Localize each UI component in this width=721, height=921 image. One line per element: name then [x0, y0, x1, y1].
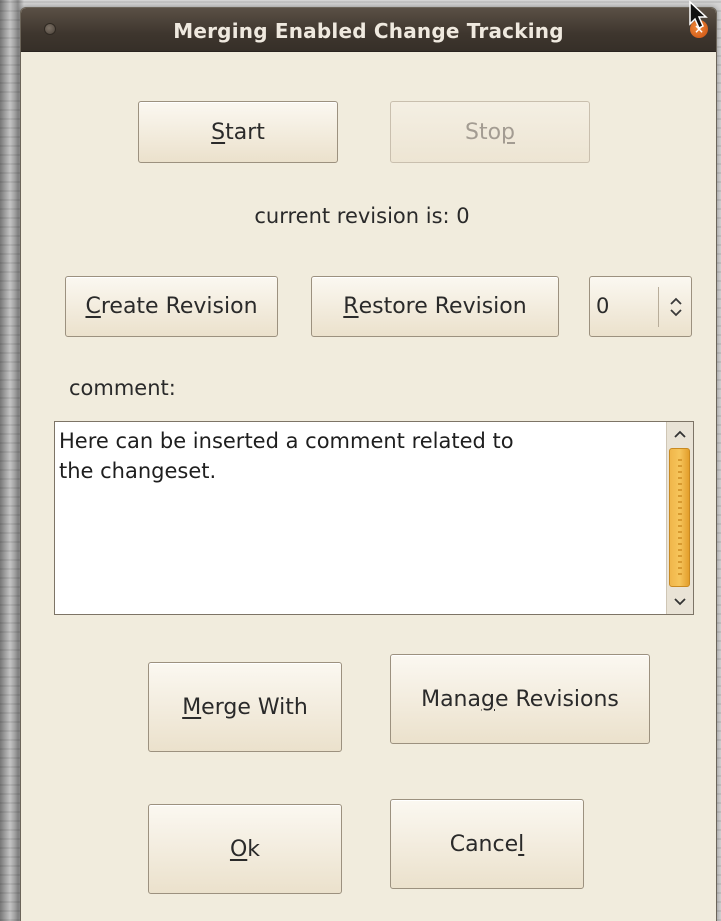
- restore-revision-label-post: estore Revision: [358, 294, 527, 319]
- manage-revisions-label-post: e Revisions: [494, 686, 619, 712]
- create-revision-mnemonic: C: [85, 294, 101, 319]
- comment-textarea[interactable]: Here can be inserted a comment related t…: [54, 421, 694, 615]
- merge-with-label-post: erge With: [201, 694, 308, 720]
- cancel-mnemonic: l: [518, 831, 525, 857]
- manage-revisions-mnemonic: g: [480, 686, 495, 712]
- create-revision-button[interactable]: Create Revision: [65, 276, 278, 337]
- stop-label-pre: Sto: [464, 119, 502, 145]
- dialog-window: Merging Enabled Change Tracking × Start …: [20, 7, 717, 921]
- mouse-pointer-icon: [689, 0, 708, 30]
- create-revision-label-post: reate Revision: [100, 294, 258, 319]
- cancel-label-pre: Cance: [449, 831, 519, 857]
- merge-with-button[interactable]: Merge With: [148, 662, 342, 752]
- restore-revision-button[interactable]: Restore Revision: [311, 276, 559, 337]
- revision-spin-button[interactable]: 0: [589, 276, 692, 337]
- comment-label: comment:: [69, 376, 176, 400]
- ok-button[interactable]: Ok: [148, 804, 342, 894]
- cancel-button[interactable]: Cance l: [390, 799, 584, 889]
- revision-spin-value[interactable]: 0: [596, 277, 609, 336]
- restore-revision-mnemonic: R: [343, 294, 359, 319]
- scroll-up-icon[interactable]: [667, 422, 693, 446]
- merge-with-mnemonic: M: [182, 694, 202, 720]
- stop-button[interactable]: Sto p: [390, 101, 590, 163]
- comment-scrollbar[interactable]: [666, 422, 693, 614]
- title-bar[interactable]: Merging Enabled Change Tracking ×: [21, 8, 716, 52]
- current-revision-status: current revision is: 0: [254, 204, 470, 228]
- stop-mnemonic: p: [501, 119, 516, 145]
- start-mnemonic: S: [211, 119, 226, 145]
- spin-divider: [658, 287, 659, 327]
- start-label-post: tart: [225, 119, 265, 145]
- scroll-down-icon[interactable]: [667, 590, 693, 614]
- ok-label-post: k: [247, 836, 261, 862]
- ok-mnemonic: O: [229, 836, 248, 862]
- scroll-thumb-grip: [678, 459, 682, 576]
- manage-revisions-button[interactable]: Mana g e Revisions: [390, 654, 650, 744]
- comment-text[interactable]: Here can be inserted a comment related t…: [59, 426, 659, 486]
- window-title: Merging Enabled Change Tracking: [173, 19, 564, 43]
- start-button[interactable]: Start: [138, 101, 338, 163]
- manage-revisions-label-pre: Mana: [421, 686, 481, 712]
- scroll-thumb[interactable]: [669, 448, 690, 587]
- spin-arrows-icon[interactable]: [662, 277, 690, 336]
